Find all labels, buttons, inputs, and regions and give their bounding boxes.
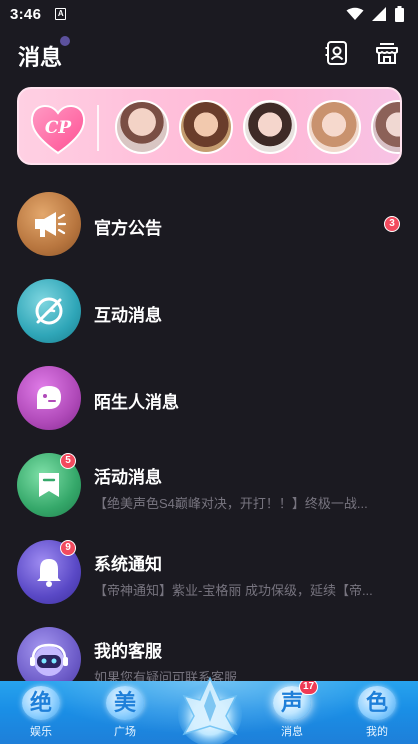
unread-badge: 17 <box>299 681 319 695</box>
page-header: 消息 <box>0 30 418 78</box>
shop-button[interactable] <box>374 40 400 66</box>
status-icons <box>346 6 404 22</box>
profile-icon: 色 <box>358 686 396 720</box>
conversation-activity[interactable]: 5 活动消息 【绝美声色S4巅峰对决，开打！！】终极一战... <box>0 443 418 523</box>
tab-entertainment[interactable]: 绝 娱乐 <box>6 681 76 744</box>
conversation-interaction[interactable]: 互动消息 <box>0 269 418 349</box>
crystal-emblem-icon <box>178 676 242 744</box>
status-time: 3:46 <box>10 5 42 23</box>
entertainment-icon: 绝 <box>22 686 60 720</box>
shop-icon <box>376 43 398 64</box>
announcement-icon <box>17 192 81 256</box>
cp-heart-logo: CP <box>27 99 89 157</box>
conversation-name: 陌生人消息 <box>94 393 179 412</box>
conversation-name: 系统通知 <box>94 555 162 574</box>
cp-avatar[interactable] <box>243 100 297 154</box>
unread-badge: 3 <box>384 216 400 232</box>
conversation-name: 我的客服 <box>94 642 162 661</box>
conversation-name: 互动消息 <box>94 306 162 325</box>
tab-label: 广场 <box>114 726 136 738</box>
contacts-icon <box>325 41 347 65</box>
cp-avatar[interactable] <box>371 100 400 154</box>
wifi-icon <box>346 7 364 20</box>
stranger-icon <box>17 366 81 430</box>
conversation-name: 官方公告 <box>94 219 162 238</box>
unread-badge: 5 <box>60 453 76 469</box>
page-title: 消息 <box>18 45 63 70</box>
battery-icon <box>395 6 404 22</box>
tab-square[interactable]: 美 广场 <box>90 681 160 744</box>
conversation-system[interactable]: 9 系统通知 【帝神通知】紫业-宝格丽 成功保级，延续【帝... <box>0 530 418 610</box>
contacts-button[interactable] <box>324 40 350 66</box>
conversation-preview: 【帝神通知】紫业-宝格丽 成功保级，延续【帝... <box>94 583 373 598</box>
tab-label: 消息 <box>281 726 303 738</box>
conversation-preview: 【绝美声色S4巅峰对决，开打！！】终极一战... <box>94 496 368 511</box>
tab-label: 我的 <box>366 726 388 738</box>
conversation-name: 活动消息 <box>94 468 162 487</box>
tab-label: 娱乐 <box>30 726 52 738</box>
conversation-strangers[interactable]: 陌生人消息 <box>0 356 418 436</box>
interaction-icon <box>17 279 81 343</box>
banner-divider <box>97 105 99 151</box>
signal-icon <box>372 7 386 21</box>
square-icon: 美 <box>106 686 144 720</box>
cp-avatar[interactable] <box>307 100 361 154</box>
cp-banner[interactable]: CP <box>17 87 402 165</box>
tab-profile[interactable]: 色 我的 <box>342 681 412 744</box>
center-emblem-button[interactable] <box>174 672 246 744</box>
messages-screen: 3:46 A 消息 CP 官方公告 3 互动消息 陌生人消息 5 活动消息 【绝… <box>0 0 418 744</box>
status-bar: 3:46 A <box>0 0 418 28</box>
cp-avatar[interactable] <box>115 100 169 154</box>
conversation-official-announcement[interactable]: 官方公告 3 <box>0 182 418 262</box>
tab-messages[interactable]: 声 17 消息 <box>257 681 327 744</box>
unread-badge: 9 <box>60 540 76 556</box>
cp-logo-text: CP <box>45 118 73 138</box>
cp-avatar[interactable] <box>179 100 233 154</box>
sim-icon: A <box>55 8 67 20</box>
